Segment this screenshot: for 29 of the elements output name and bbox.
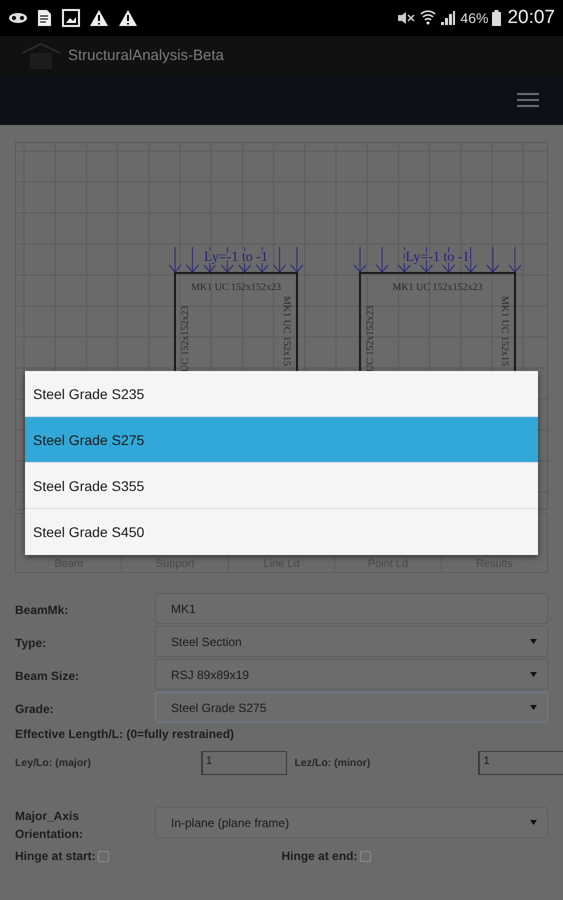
field-label: Lez/Lo: (minor) <box>294 757 372 769</box>
battery-percent: 46% <box>460 10 488 26</box>
checkbox-label: Hinge at start: <box>15 848 96 865</box>
clock: 20:07 <box>507 7 555 29</box>
field-label: Type: <box>15 635 48 652</box>
field-label: Grade: <box>15 701 55 718</box>
column-label: UC 152x152x23 <box>365 306 376 372</box>
beam-label: MK1 UC 152x152x23 <box>191 282 281 293</box>
select-field[interactable]: Steel Section <box>155 626 548 657</box>
select-field[interactable]: In-plane (plane frame) <box>155 807 548 838</box>
select-field[interactable]: Steel Grade S275 <box>155 692 548 723</box>
section-heading: Effective Length/L: (0=fully restrained) <box>15 727 236 741</box>
dropdown-option[interactable]: Steel Grade S355 <box>25 463 538 509</box>
field-label: Ley/Lo: (major) <box>15 757 92 769</box>
column-label: MK1 UC 152x15 <box>499 296 510 366</box>
field-label: Major_Axis Orientation: <box>15 808 84 843</box>
number-field[interactable]: 1 <box>200 751 286 775</box>
beam-label: MK1 UC 152x152x23 <box>392 282 482 293</box>
dropdown-option[interactable]: Steel Grade S275 <box>25 417 538 463</box>
dropdown-option[interactable]: Steel Grade S450 <box>25 509 538 555</box>
checkbox-label: Hinge at end: <box>282 848 358 865</box>
app-title: StructuralAnalysis-Beta <box>68 47 224 64</box>
select-field[interactable]: RSJ 89x89x19 <box>155 659 548 690</box>
text-field[interactable]: MK1 <box>155 593 548 624</box>
column-label: MK1 UC 152x15 <box>281 296 292 366</box>
field-label: Beam Size: <box>15 668 80 685</box>
number-field[interactable]: 1 <box>478 751 563 775</box>
field-label: BeamMk: <box>15 602 70 619</box>
column-label: UC 152x152x23 <box>180 306 191 372</box>
